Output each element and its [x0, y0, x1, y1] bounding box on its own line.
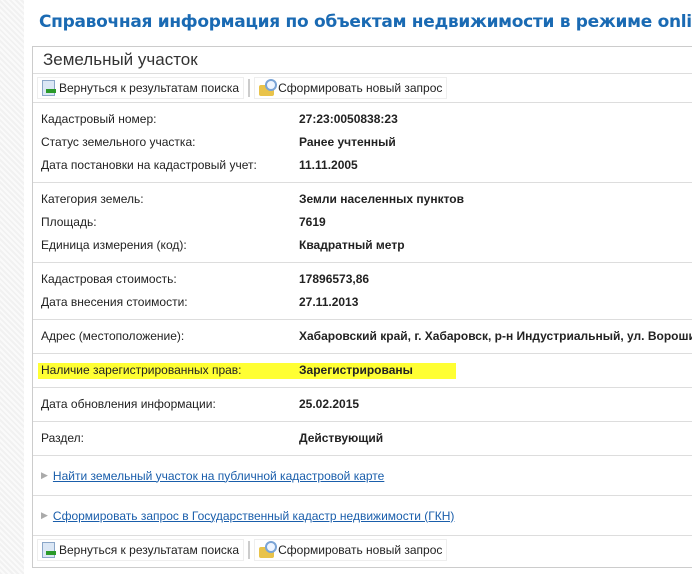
bottom-toolbar: Вернуться к результатам поиска Сформиров…: [33, 536, 692, 564]
info-row: Кадастровая стоимость: 17896573,86: [33, 268, 692, 291]
field-value: 27.11.2013: [299, 295, 359, 309]
field-value: Хабаровский край, г. Хабаровск, р-н Инду…: [299, 329, 692, 343]
field-label: Единица измерения (код):: [41, 238, 187, 252]
info-row: Дата обновления информации: 25.02.2015: [33, 393, 692, 416]
back-to-results-button[interactable]: Вернуться к результатам поиска: [37, 539, 245, 561]
link-row: ▶ Сформировать запрос в Государственный к…: [33, 496, 692, 536]
field-label: Категория земель:: [41, 192, 144, 206]
info-row: Единица измерения (код): Квадратный метр: [33, 234, 692, 257]
info-row: Статус земельного участка: Ранее учтенный: [33, 131, 692, 154]
field-value: Ранее учтенный: [299, 135, 396, 149]
back-document-icon: [42, 80, 56, 96]
back-label: Вернуться к результатам поиска: [59, 81, 240, 95]
field-label: Дата внесения стоимости:: [41, 295, 188, 309]
new-query-button[interactable]: Сформировать новый запрос: [254, 77, 448, 99]
info-row: Категория земель: Земли населенных пункто…: [33, 188, 692, 211]
field-value: 17896573,86: [299, 272, 370, 286]
info-row: Наличие зарегистрированных прав: Зарегист…: [33, 359, 692, 382]
field-label: Раздел:: [41, 431, 84, 445]
field-label: Кадастровый номер:: [41, 112, 157, 126]
public-map-link[interactable]: Найти земельный участок на публичной кад…: [53, 469, 384, 483]
info-group: Адрес (местоположение): Хабаровский край,…: [33, 320, 692, 354]
toolbar-separator: [248, 541, 251, 559]
panel-title: Земельный участок: [33, 47, 692, 74]
info-row: Раздел: Действующий: [33, 427, 692, 450]
field-label: Статус земельного участка:: [41, 135, 196, 149]
top-toolbar: Вернуться к результатам поиска Сформиров…: [33, 74, 692, 103]
field-label: Дата постановки на кадастровый учет:: [41, 158, 257, 172]
field-label: Дата обновления информации:: [41, 397, 216, 411]
back-document-icon: [42, 542, 56, 558]
info-group: Наличие зарегистрированных прав: Зарегист…: [33, 354, 692, 388]
info-group: Кадастровый номер: 27:23:0050838:23 Статус…: [33, 103, 692, 183]
link-row: ▶ Найти земельный участок на публичной ка…: [33, 456, 692, 496]
arrow-right-icon: ▶: [41, 510, 48, 520]
folder-search-icon: [259, 540, 278, 558]
field-label: Адрес (местоположение):: [41, 329, 185, 343]
info-group: Категория земель: Земли населенных пункто…: [33, 183, 692, 263]
info-row: Адрес (местоположение): Хабаровский край,…: [33, 325, 692, 348]
new-query-label: Сформировать новый запрос: [278, 543, 443, 557]
field-value: 11.11.2005: [299, 158, 358, 172]
field-value: Зарегистрированы: [299, 363, 413, 377]
back-label: Вернуться к результатам поиска: [59, 543, 240, 557]
info-row: Дата постановки на кадастровый учет: 11.1…: [33, 154, 692, 177]
field-label: Кадастровая стоимость:: [41, 272, 177, 286]
field-value: 27:23:0050838:23: [299, 112, 398, 126]
new-query-label: Сформировать новый запрос: [278, 81, 443, 95]
info-group: Кадастровая стоимость: 17896573,86 Дата вн…: [33, 263, 692, 320]
back-to-results-button[interactable]: Вернуться к результатам поиска: [37, 77, 245, 99]
new-query-button[interactable]: Сформировать новый запрос: [254, 539, 448, 561]
field-value: Квадратный метр: [299, 238, 405, 252]
gkn-request-link[interactable]: Сформировать запрос в Государственный ка…: [53, 509, 454, 523]
page-title: Справочная информация по объектам недвиж…: [39, 12, 692, 32]
info-row: Площадь: 7619: [33, 211, 692, 234]
field-value: 25.02.2015: [299, 397, 360, 411]
info-group: Дата обновления информации: 25.02.2015: [33, 388, 692, 422]
land-plot-panel: Земельный участок Вернуться к результата…: [32, 46, 692, 568]
field-label: Наличие зарегистрированных прав:: [41, 363, 242, 377]
info-row: Кадастровый номер: 27:23:0050838:23: [33, 108, 692, 131]
arrow-right-icon: ▶: [41, 470, 48, 480]
info-group: Раздел: Действующий: [33, 422, 692, 456]
field-label: Площадь:: [41, 215, 97, 229]
folder-search-icon: [259, 78, 278, 96]
field-value: Земли населенных пунктов: [299, 192, 465, 206]
field-value: Действующий: [299, 431, 384, 445]
background-strip: [0, 0, 24, 574]
toolbar-separator: [248, 79, 251, 97]
info-row: Дата внесения стоимости: 27.11.2013: [33, 291, 692, 314]
field-value: 7619: [299, 215, 326, 229]
